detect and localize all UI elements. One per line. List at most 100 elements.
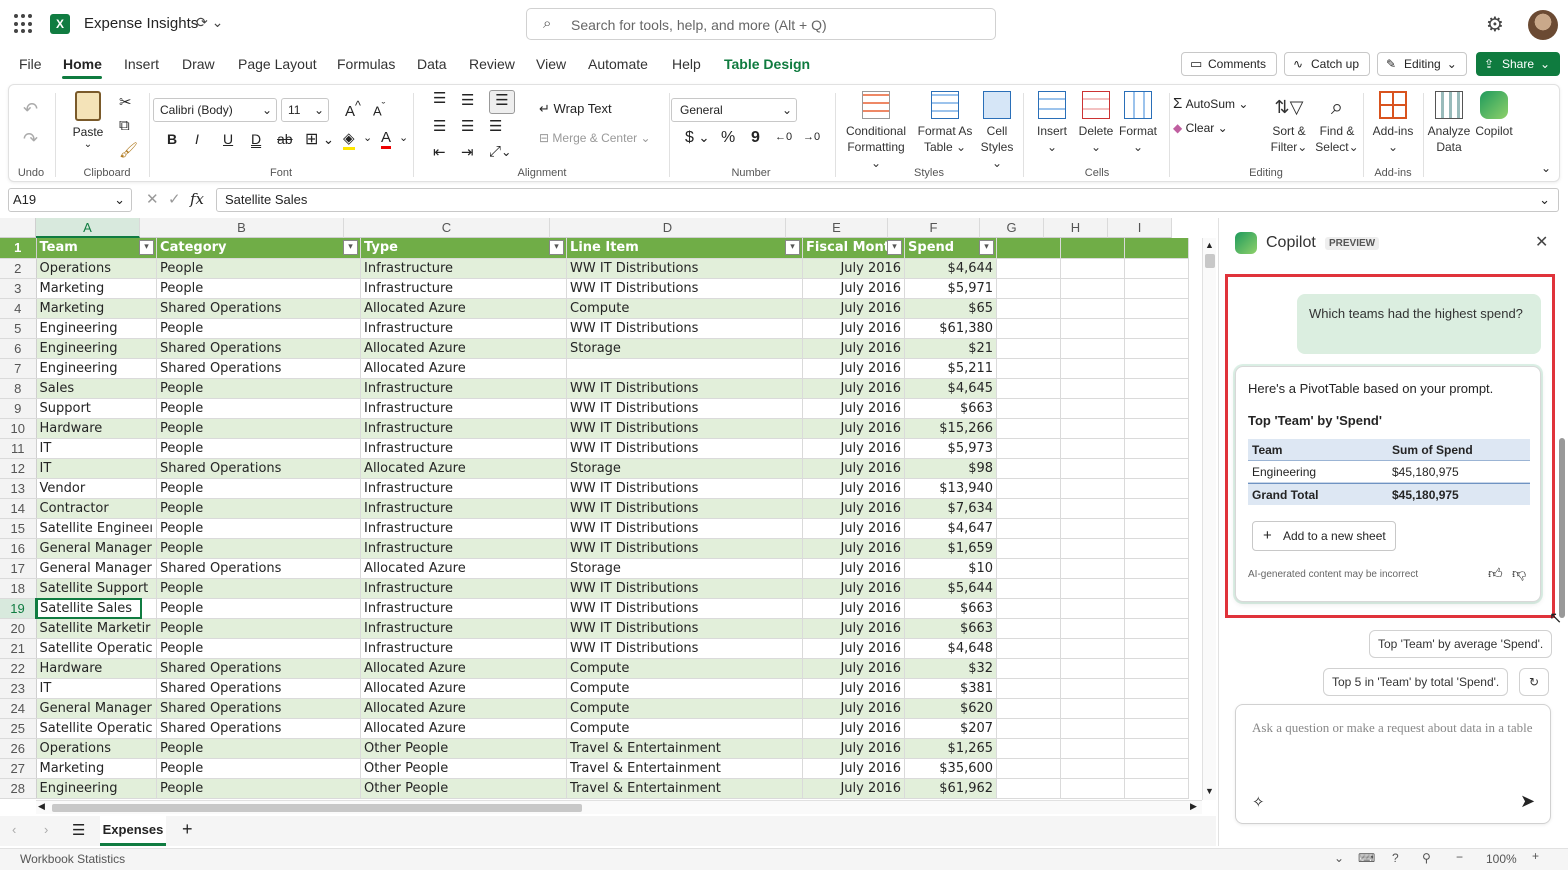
- table-cell[interactable]: Shared Operations: [156, 358, 362, 379]
- format-painter-icon[interactable]: 🖌: [119, 141, 138, 159]
- table-cell[interactable]: Compute: [566, 678, 804, 699]
- enter-icon[interactable]: ✓: [168, 190, 181, 208]
- column-header-h[interactable]: H: [1044, 218, 1108, 238]
- table-cell[interactable]: Allocated Azure: [360, 698, 568, 719]
- empty-cell[interactable]: [1060, 258, 1126, 279]
- insert-cells-button[interactable]: Insert ⌄: [1031, 91, 1073, 155]
- empty-cell[interactable]: [996, 778, 1062, 799]
- row-header[interactable]: 14: [0, 498, 37, 519]
- table-cell[interactable]: July 2016: [802, 298, 906, 319]
- empty-cell[interactable]: [1060, 338, 1126, 359]
- table-cell[interactable]: Marketing: [36, 278, 158, 299]
- empty-cell[interactable]: [1124, 438, 1190, 459]
- table-cell[interactable]: IT: [36, 438, 158, 459]
- empty-cell[interactable]: [996, 638, 1062, 659]
- empty-cell[interactable]: [996, 258, 1062, 279]
- empty-cell[interactable]: [1124, 238, 1190, 259]
- table-cell[interactable]: July 2016: [802, 398, 906, 419]
- table-cell[interactable]: Engineering: [36, 358, 158, 379]
- table-cell[interactable]: Shared Operations: [156, 558, 362, 579]
- table-cell[interactable]: July 2016: [802, 518, 906, 539]
- row-header[interactable]: 9: [0, 398, 37, 419]
- menu-review[interactable]: Review: [469, 56, 515, 72]
- zoom-out-icon[interactable]: −: [1456, 850, 1463, 864]
- font-color-icon[interactable]: A: [381, 129, 392, 149]
- zoom-level[interactable]: 100%: [1486, 852, 1517, 866]
- table-cell[interactable]: Allocated Azure: [360, 458, 568, 479]
- table-cell[interactable]: Other People: [360, 758, 568, 779]
- empty-cell[interactable]: [996, 718, 1062, 739]
- table-cell[interactable]: Infrastructure: [360, 258, 568, 279]
- row-header[interactable]: 26: [0, 738, 37, 759]
- table-cell[interactable]: July 2016: [802, 618, 906, 639]
- row-header[interactable]: 16: [0, 538, 37, 559]
- empty-cell[interactable]: [996, 658, 1062, 679]
- row-header[interactable]: 1: [0, 238, 37, 259]
- empty-cell[interactable]: [1060, 238, 1126, 259]
- empty-cell[interactable]: [1124, 498, 1190, 519]
- empty-cell[interactable]: [996, 578, 1062, 599]
- empty-cell[interactable]: [1060, 718, 1126, 739]
- table-header-cell[interactable]: Team ▾: [36, 238, 158, 259]
- ribbon-collapse-icon[interactable]: ⌄: [1541, 161, 1551, 175]
- table-cell[interactable]: Satellite Support: [36, 578, 158, 599]
- menu-view[interactable]: View: [536, 56, 566, 72]
- horizontal-scrollbar[interactable]: ◀ ▶: [36, 800, 1202, 814]
- table-cell[interactable]: WW IT Distributions: [566, 498, 804, 519]
- filter-dropdown-icon[interactable]: ▾: [549, 240, 565, 255]
- borders-icon[interactable]: ⊞ ⌄: [305, 129, 334, 149]
- table-cell[interactable]: Hardware: [36, 418, 158, 439]
- column-header-e[interactable]: E: [786, 218, 888, 238]
- table-cell[interactable]: July 2016: [802, 358, 906, 379]
- menu-data[interactable]: Data: [417, 56, 447, 72]
- h-scroll-thumb[interactable]: [52, 804, 582, 812]
- clear-button[interactable]: ◆ Clear ⌄: [1173, 121, 1228, 135]
- empty-cell[interactable]: [996, 478, 1062, 499]
- table-cell[interactable]: Allocated Azure: [360, 678, 568, 699]
- increase-font-icon[interactable]: A^: [345, 99, 361, 120]
- table-cell[interactable]: Shared Operations: [156, 718, 362, 739]
- table-cell[interactable]: Storage: [566, 458, 804, 479]
- table-cell[interactable]: WW IT Distributions: [566, 478, 804, 499]
- column-header-i[interactable]: I: [1108, 218, 1172, 238]
- format-cells-button[interactable]: Format ⌄: [1117, 91, 1159, 155]
- app-launcher-icon[interactable]: [14, 14, 34, 34]
- table-cell[interactable]: Allocated Azure: [360, 298, 568, 319]
- scroll-down-icon[interactable]: ▼: [1205, 786, 1214, 796]
- empty-cell[interactable]: [1124, 378, 1190, 399]
- row-header[interactable]: 4: [0, 298, 37, 319]
- row-header[interactable]: 3: [0, 278, 37, 299]
- table-cell[interactable]: People: [156, 758, 362, 779]
- cut-icon[interactable]: ✂: [119, 93, 132, 111]
- empty-cell[interactable]: [1124, 638, 1190, 659]
- table-cell[interactable]: Allocated Azure: [360, 658, 568, 679]
- table-cell[interactable]: July 2016: [802, 558, 906, 579]
- column-header-c[interactable]: C: [344, 218, 550, 238]
- table-cell[interactable]: WW IT Distributions: [566, 538, 804, 559]
- empty-cell[interactable]: [996, 698, 1062, 719]
- double-underline-icon[interactable]: D: [251, 131, 261, 147]
- table-cell[interactable]: Allocated Azure: [360, 558, 568, 579]
- delete-cells-button[interactable]: Delete ⌄: [1075, 91, 1117, 155]
- scroll-up-icon[interactable]: ▲: [1205, 240, 1214, 250]
- empty-cell[interactable]: [1060, 778, 1126, 799]
- empty-cell[interactable]: [996, 518, 1062, 539]
- workbook-statistics[interactable]: Workbook Statistics: [20, 852, 125, 866]
- function-icon[interactable]: fx: [190, 190, 204, 208]
- table-cell[interactable]: $61,962: [904, 778, 998, 799]
- table-cell[interactable]: $32: [904, 658, 998, 679]
- row-header[interactable]: 18: [0, 578, 37, 599]
- table-cell[interactable]: $7,634: [904, 498, 998, 519]
- table-cell[interactable]: July 2016: [802, 318, 906, 339]
- row-header[interactable]: 22: [0, 658, 37, 679]
- close-icon[interactable]: ✕: [1535, 232, 1548, 252]
- table-cell[interactable]: Marketing: [36, 298, 158, 319]
- row-header[interactable]: 13: [0, 478, 37, 499]
- table-header-cell[interactable]: Category ▾: [156, 238, 362, 259]
- row-header[interactable]: 12: [0, 458, 37, 479]
- increase-indent-icon[interactable]: ⇥: [461, 143, 474, 161]
- paste-button[interactable]: Paste ⌄: [65, 91, 111, 157]
- table-cell[interactable]: WW IT Distributions: [566, 378, 804, 399]
- align-top-icon[interactable]: ☰: [433, 89, 446, 107]
- table-cell[interactable]: Infrastructure: [360, 278, 568, 299]
